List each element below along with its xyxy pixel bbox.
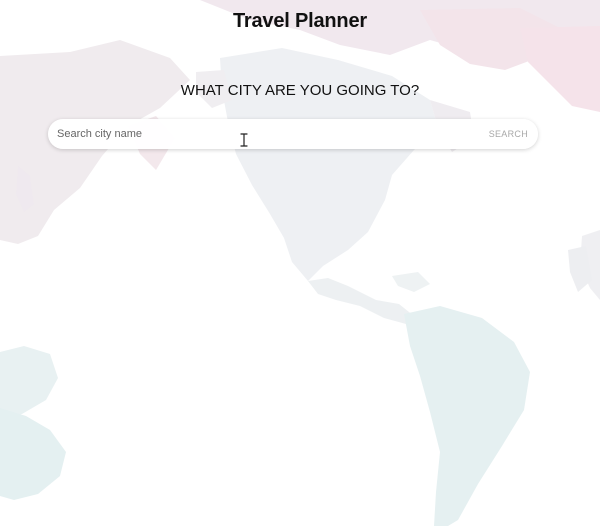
city-prompt-heading: WHAT CITY ARE YOU GOING TO? [180,82,420,99]
search-bar: SEARCH [48,119,538,149]
search-input[interactable] [48,119,481,149]
search-button[interactable]: SEARCH [481,119,538,149]
page-content: Travel Planner WHAT CITY ARE YOU GOING T… [0,0,600,526]
page-title: Travel Planner [233,10,367,32]
